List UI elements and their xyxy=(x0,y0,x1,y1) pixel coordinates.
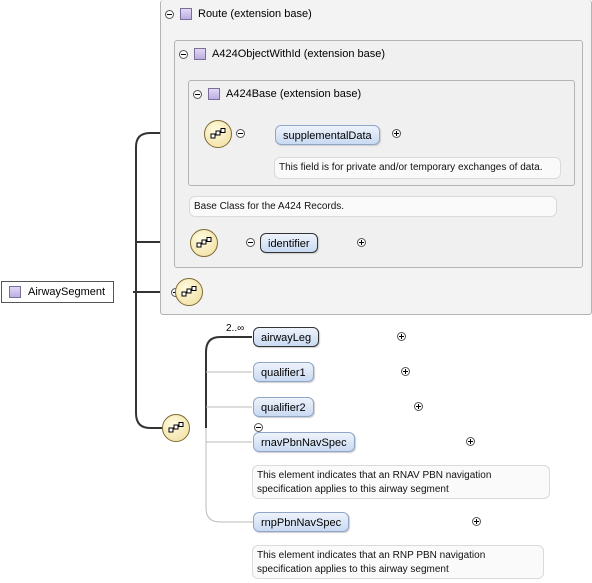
complex-type-icon xyxy=(194,48,206,60)
a424base-label: A424Base (extension base) xyxy=(226,88,362,100)
sequence-glyph-icon xyxy=(168,422,184,433)
element-supplemental-data[interactable]: supplementalData xyxy=(275,125,380,145)
element-qualifier2[interactable]: qualifier2 xyxy=(253,397,314,417)
expand-icon[interactable] xyxy=(392,129,402,138)
sequence-icon[interactable] xyxy=(190,229,218,257)
sequence-glyph-icon xyxy=(181,286,197,297)
sequence-glyph-icon xyxy=(196,237,212,248)
route-base-title: Route (extension base) xyxy=(165,8,312,20)
supplemental-doc: This field is for private and/or tempora… xyxy=(274,157,561,179)
expand-icon[interactable] xyxy=(465,437,475,446)
expand-icon[interactable] xyxy=(413,402,423,411)
root-label: AirwaySegment xyxy=(28,286,106,298)
element-airway-leg[interactable]: airwayLeg xyxy=(253,327,320,347)
expand-icon[interactable] xyxy=(471,517,481,526)
rnav-doc: This element indicates that an RNAV PBN … xyxy=(252,465,550,499)
collapse-icon[interactable] xyxy=(193,89,202,99)
element-rnp-pbn-nav-spec[interactable]: rnpPbnNavSpec xyxy=(253,512,350,532)
base-doc: Base Class for the A424 Records. xyxy=(189,196,557,217)
complex-type-icon xyxy=(180,8,192,20)
complex-type-icon xyxy=(208,88,220,100)
element-qualifier1[interactable]: qualifier1 xyxy=(253,362,314,382)
airway-leg-cardinality: 2..∞ xyxy=(226,323,245,334)
element-identifier[interactable]: identifier xyxy=(260,233,318,253)
objectwithid-base-title: A424ObjectWithId (extension base) xyxy=(179,48,385,60)
sequence-icon[interactable] xyxy=(175,278,203,306)
sequence-icon[interactable] xyxy=(204,120,232,148)
objectwithid-base-label: A424ObjectWithId (extension base) xyxy=(212,48,386,60)
branch-top xyxy=(135,132,162,429)
collapse-icon[interactable] xyxy=(179,49,188,59)
route-base-label: Route (extension base) xyxy=(198,8,312,20)
root-airway-segment[interactable]: AirwaySegment xyxy=(1,281,115,303)
rnp-doc: This element indicates that an RNP PBN n… xyxy=(252,545,544,579)
sequence-glyph-icon xyxy=(210,128,226,139)
sequence-icon[interactable] xyxy=(162,414,190,442)
collapse-icon[interactable] xyxy=(165,9,174,19)
complex-type-icon xyxy=(9,286,21,298)
a424base-title: A424Base (extension base) xyxy=(193,88,361,100)
sequence-collapse-icon[interactable] xyxy=(236,129,245,138)
choice-main xyxy=(205,336,252,428)
element-rnav-pbn-nav-spec[interactable]: rnavPbnNavSpec xyxy=(253,432,355,452)
